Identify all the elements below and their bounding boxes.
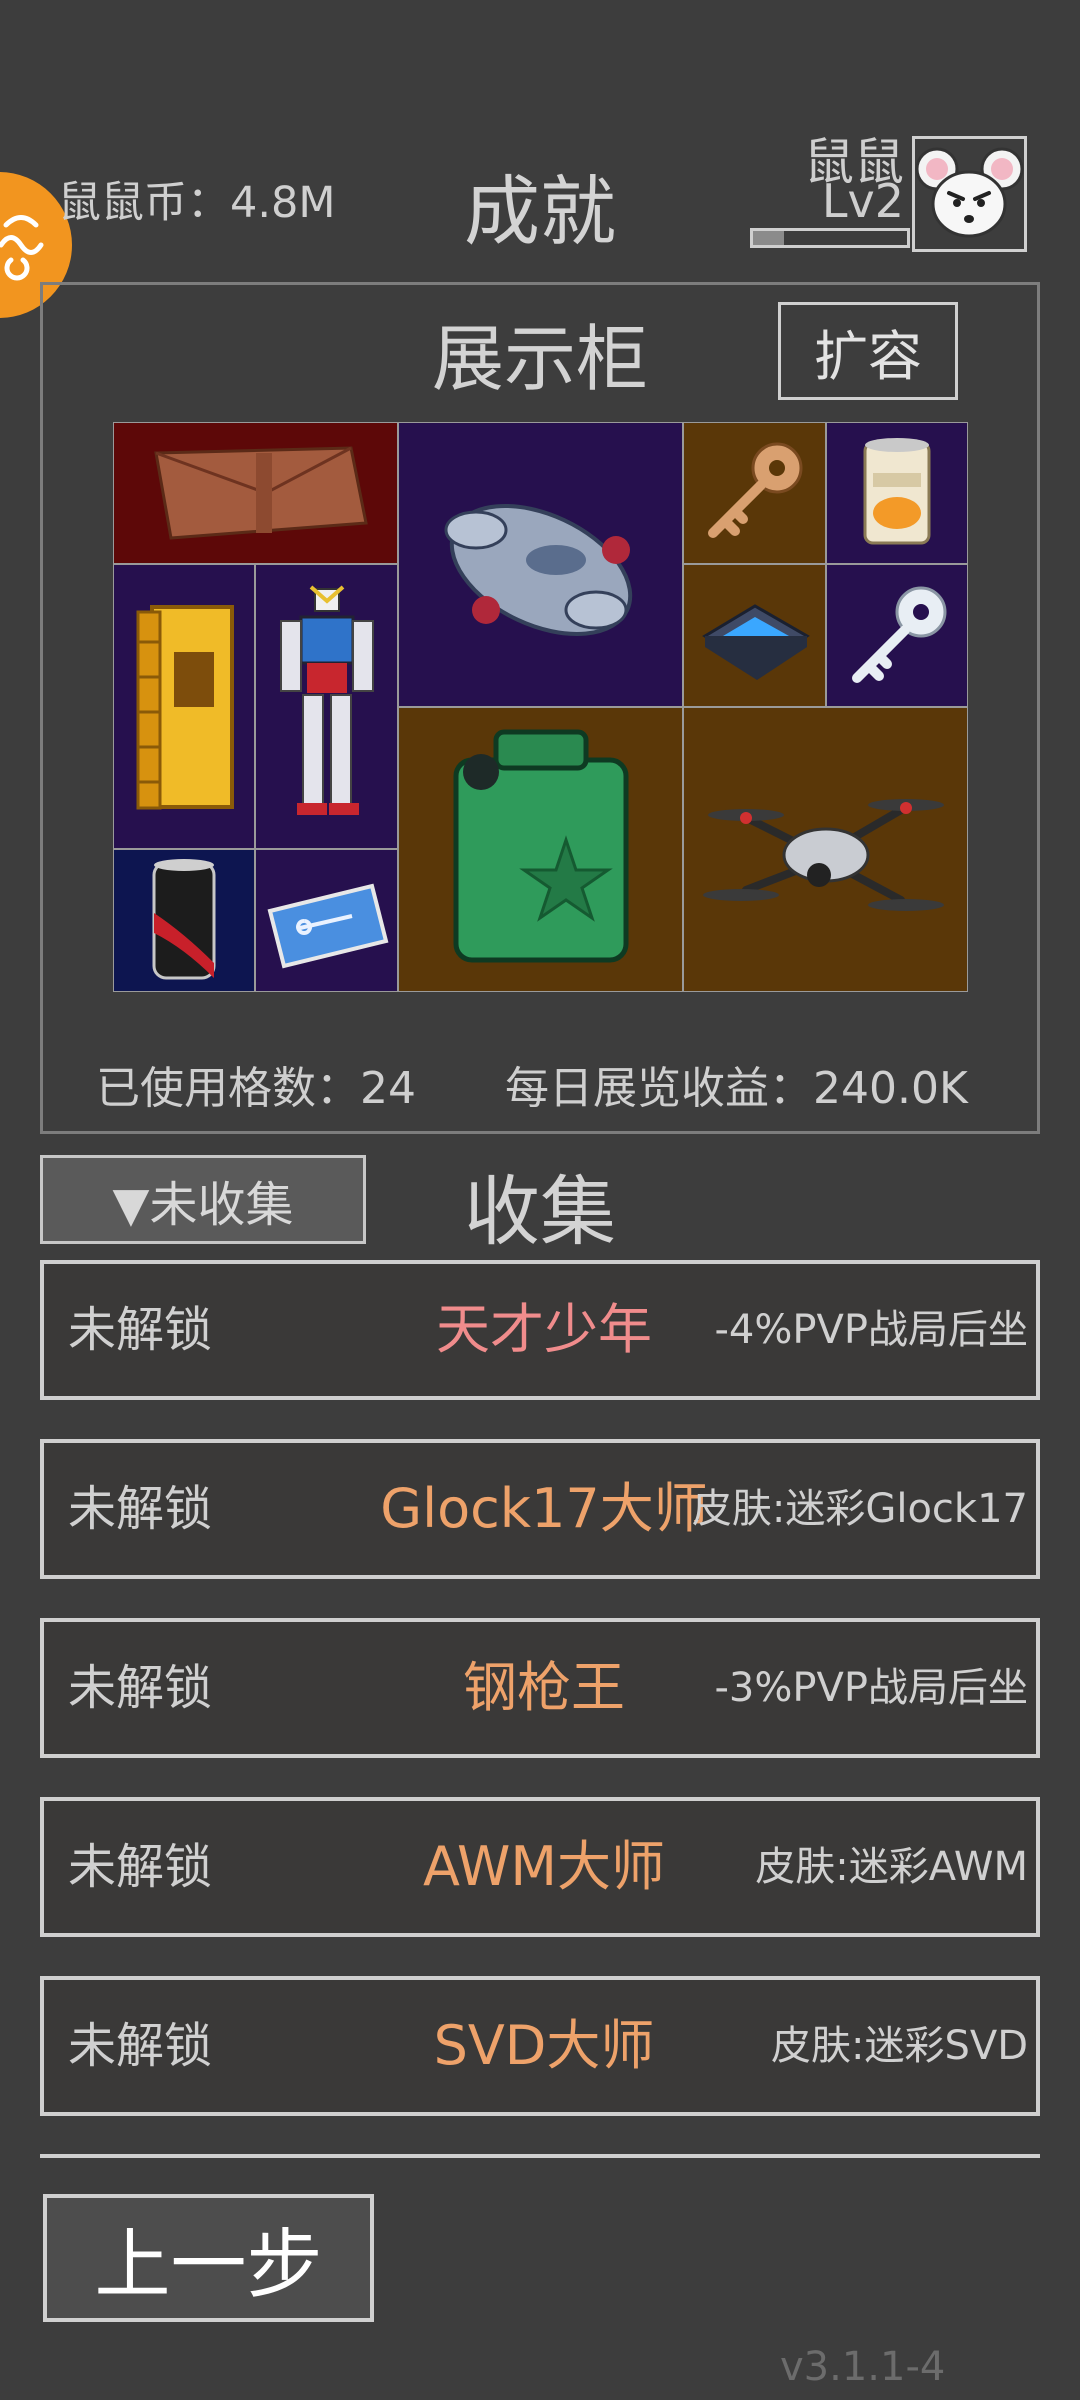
silver-key-icon: [852, 586, 947, 683]
used-cells-count: 已使用格数：24: [96, 1063, 416, 1114]
achievement-reward: 皮肤:迷彩Glock17: [691, 1486, 1028, 1532]
soda-can-icon: [152, 859, 216, 980]
gold-book-icon: [136, 604, 234, 809]
spaceship-icon: [444, 503, 632, 636]
canned-peaches-slot[interactable]: [826, 422, 968, 564]
daily-exhibit-income: 每日展览收益：240.0K: [505, 1063, 968, 1114]
key-card-icon: [267, 883, 388, 968]
spaceship-slot[interactable]: [398, 422, 683, 707]
jerry-can-icon: [453, 729, 628, 962]
silver-key-slot[interactable]: [826, 564, 968, 707]
expand-button[interactable]: 扩容: [778, 302, 958, 400]
display-grid: [113, 422, 968, 992]
mecha-robot-icon: [279, 584, 374, 815]
back-button[interactable]: 上一步: [43, 2194, 374, 2322]
partially-visible-row: [40, 2154, 1040, 2162]
jerry-can-slot[interactable]: [398, 707, 683, 992]
drone-slot[interactable]: [683, 707, 968, 992]
achievement-reward: 皮肤:迷彩SVD: [770, 2023, 1028, 2069]
achievement-row[interactable]: 未解锁 钢枪王 -3%PVP战局后坐: [40, 1618, 1040, 1758]
cpu-chip-slot[interactable]: [683, 564, 826, 707]
version-label: v3.1.1-4: [780, 2344, 946, 2390]
mouse-face-icon: [915, 147, 1024, 238]
achievement-row[interactable]: 未解锁 天才少年 -4%PVP战局后坐: [40, 1260, 1040, 1400]
achievement-reward: -4%PVP战局后坐: [714, 1307, 1029, 1353]
cpu-chip-icon: [701, 603, 810, 680]
mecha-robot-slot[interactable]: [255, 564, 398, 849]
mouse-avatar[interactable]: [912, 136, 1027, 252]
xp-progress-fill: [753, 231, 784, 245]
achievement-row[interactable]: 未解锁 AWM大师 皮肤:迷彩AWM: [40, 1797, 1040, 1937]
player-level: Lv2: [821, 174, 904, 228]
leather-wallet-icon: [153, 446, 368, 540]
canned-peaches-icon: [863, 438, 931, 545]
key-card-slot[interactable]: [255, 849, 398, 992]
drone-icon: [702, 798, 944, 911]
bronze-key-slot[interactable]: [683, 422, 826, 564]
xp-progress-bar: [750, 228, 910, 248]
soda-can-slot[interactable]: [113, 849, 255, 992]
leather-wallet-slot[interactable]: [113, 422, 398, 564]
achievement-reward: 皮肤:迷彩AWM: [755, 1844, 1028, 1890]
achievement-reward: -3%PVP战局后坐: [714, 1665, 1029, 1711]
achievement-row[interactable]: 未解锁 SVD大师 皮肤:迷彩SVD: [40, 1976, 1040, 2116]
achievement-row[interactable]: 未解锁 Glock17大师 皮肤:迷彩Glock17: [40, 1439, 1040, 1579]
gold-book-slot[interactable]: [113, 564, 255, 849]
bronze-key-icon: [707, 442, 802, 538]
collection-title: 收集: [464, 1167, 616, 1256]
